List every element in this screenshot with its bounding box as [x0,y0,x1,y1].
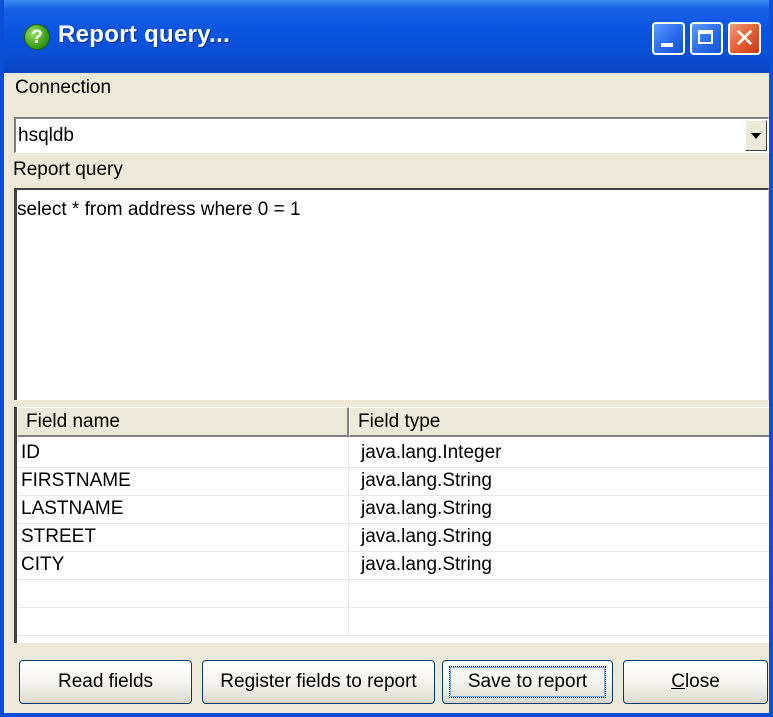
field-name-cell: ID [17,440,349,467]
field-name-cell: LASTNAME [17,496,349,523]
report-query-label: Report query [13,159,123,180]
save-to-report-button[interactable]: Save to report [442,660,613,704]
fields-table: Field name Field type ID java.lang.Integ… [14,407,769,643]
column-header-field-name[interactable]: Field name [17,407,349,437]
field-name-cell: FIRSTNAME [17,468,349,495]
window-title: Report query... [58,21,231,48]
fields-table-body: ID java.lang.Integer FIRSTNAME java.lang… [17,440,769,636]
field-type-cell: java.lang.String [361,498,492,519]
table-row[interactable] [17,580,769,608]
field-type-cell [349,608,769,635]
title-bar[interactable]: ? Report query... ✕ [4,0,769,73]
field-type-cell: java.lang.String [361,470,492,491]
save-to-report-label: Save to report [467,671,588,692]
field-type-cell: java.lang.String [361,554,492,575]
table-row[interactable]: CITY java.lang.String [17,552,769,580]
close-window-button[interactable]: ✕ [728,22,761,55]
table-row[interactable]: LASTNAME java.lang.String [17,496,769,524]
query-text: select * from address where 0 = 1 [17,199,301,220]
field-type-cell: java.lang.String [361,526,492,547]
close-icon: ✕ [733,23,756,53]
field-name-cell [17,580,349,607]
read-fields-button[interactable]: Read fields [19,660,192,704]
field-type-cell: java.lang.Integer [361,442,502,463]
chevron-down-icon[interactable] [745,120,767,151]
connection-select-value: hsqldb [18,125,74,146]
query-textarea[interactable]: select * from address where 0 = 1 [14,188,769,400]
fields-table-header: Field name Field type [17,407,769,437]
table-row[interactable]: STREET java.lang.String [17,524,769,552]
column-header-field-type[interactable]: Field type [349,407,769,437]
splitter-handle[interactable] [14,400,769,407]
connection-label: Connection [15,77,112,98]
table-row[interactable] [17,608,769,636]
help-question-icon: ? [24,24,50,50]
field-name-cell [17,608,349,635]
close-label-rest: lose [684,671,720,692]
close-button[interactable]: Close [623,660,768,704]
register-fields-button[interactable]: Register fields to report [202,660,435,704]
minimize-button[interactable] [652,22,685,55]
field-type-cell [349,580,769,607]
report-query-dialog: ? Report query... ✕ Connection hsqldb Re… [0,0,773,717]
table-row[interactable]: FIRSTNAME java.lang.String [17,468,769,496]
connection-select[interactable]: hsqldb [14,117,769,153]
table-row[interactable]: ID java.lang.Integer [17,440,769,468]
maximize-button[interactable] [690,22,723,55]
field-name-cell: STREET [17,524,349,551]
field-name-cell: CITY [17,552,349,579]
close-mnemonic: C [671,671,685,692]
